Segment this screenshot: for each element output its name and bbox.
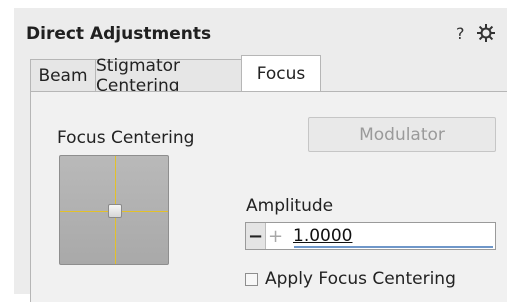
gear-icon[interactable] — [475, 22, 497, 44]
apply-focus-centering-checkbox[interactable] — [245, 272, 258, 286]
amplitude-label: Amplitude — [246, 196, 334, 216]
tab-bar: Beam Stigmator Centering Focus — [30, 55, 321, 96]
pad-handle[interactable] — [108, 204, 122, 218]
decrement-button[interactable]: − — [246, 223, 266, 249]
amplitude-stepper[interactable]: − + 1.0000 — [245, 222, 496, 250]
focus-centering-label: Focus Centering — [57, 128, 195, 148]
tab-stigmator-centering[interactable]: Stigmator Centering — [95, 56, 241, 96]
increment-button[interactable]: + — [266, 223, 285, 249]
focus-tab-content: Focus Centering Modulator Amplitude − + … — [30, 91, 507, 302]
input-focus-underline — [294, 246, 493, 248]
modulator-button[interactable]: Modulator — [308, 117, 496, 152]
apply-focus-centering-label[interactable]: Apply Focus Centering — [265, 269, 456, 289]
apply-focus-centering-row[interactable]: Apply Focus Centering — [245, 269, 456, 289]
help-button[interactable]: ? — [456, 24, 465, 43]
focus-centering-pad[interactable] — [59, 155, 169, 265]
tab-focus[interactable]: Focus — [241, 55, 321, 91]
tab-beam[interactable]: Beam — [30, 59, 95, 91]
panel-title: Direct Adjustments — [26, 24, 212, 44]
direct-adjustments-panel: Direct Adjustments ? Beam Stigmator Cent… — [14, 8, 507, 302]
